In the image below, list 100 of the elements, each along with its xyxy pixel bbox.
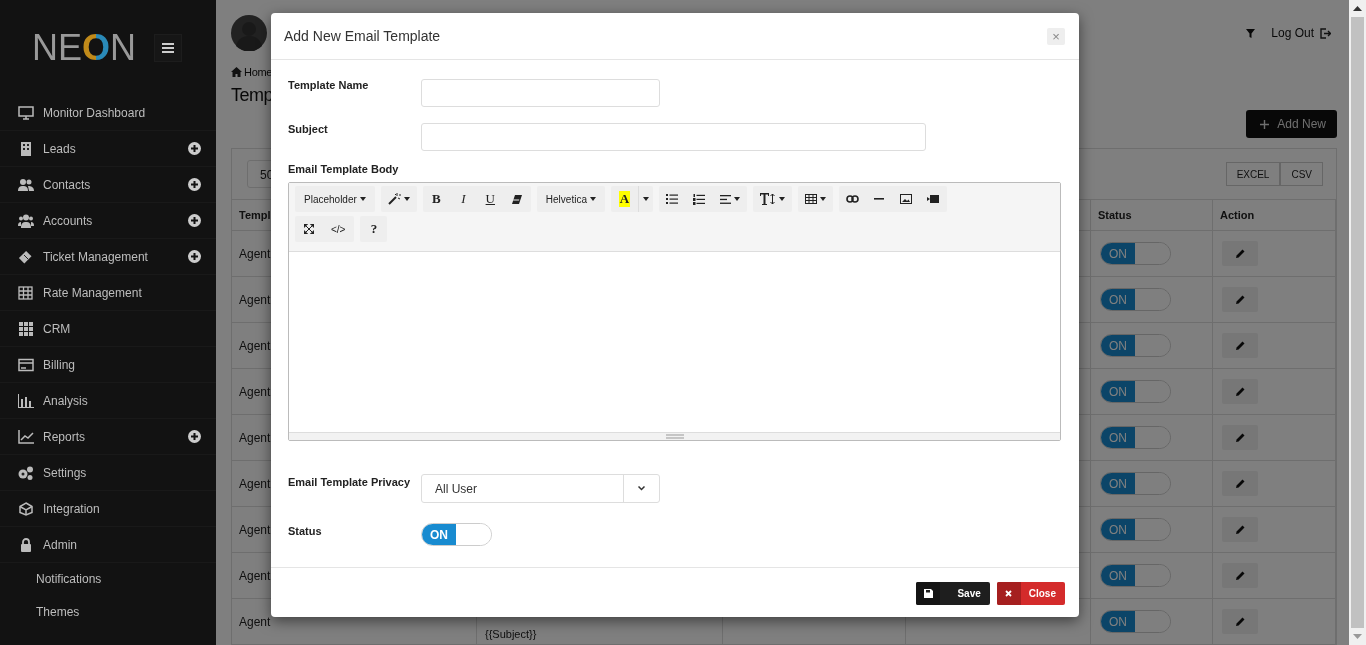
lock-icon: [18, 537, 34, 552]
breadcrumb-link[interactable]: Home: [231, 66, 273, 78]
field-label: Status: [288, 524, 323, 537]
modal-title: Add New Email Template: [284, 28, 441, 44]
input-field[interactable]: [421, 79, 660, 107]
toolbar-button[interactable]: Helvetica: [536, 186, 605, 212]
pencil-icon: [1235, 433, 1245, 442]
edit-button[interactable]: [1222, 609, 1258, 634]
floppy-icon: [923, 589, 933, 598]
chevron-icon: [638, 486, 645, 491]
privacy-select[interactable]: All User: [421, 474, 660, 503]
nav-subitem[interactable]: Themes: [0, 596, 216, 629]
card-icon: [18, 357, 34, 372]
toolbar-button[interactable]: B: [422, 186, 450, 212]
table-cell: Agent: [239, 338, 271, 353]
nav-item[interactable]: Leads: [18, 141, 76, 156]
export-button[interactable]: EXCEL: [1225, 162, 1281, 186]
export-button[interactable]: CSV: [1280, 162, 1323, 186]
pencil-icon: [1235, 617, 1245, 626]
table-cell: Agent: [239, 384, 271, 399]
close-icon: [1005, 590, 1013, 597]
expand-icon[interactable]: [188, 142, 201, 155]
field-label: Template Name: [288, 79, 370, 91]
nav-item[interactable]: Accounts: [18, 213, 93, 228]
nav-item[interactable]: Admin: [18, 537, 77, 552]
pencil-icon: [1235, 479, 1245, 488]
resize-handle[interactable]: [289, 432, 1060, 440]
table-cell: Agent: [239, 246, 271, 261]
expand-icon[interactable]: [188, 214, 201, 227]
logout-icon: [1320, 27, 1331, 39]
table-cell: Agent: [239, 476, 271, 491]
column-header: Status: [1098, 209, 1132, 221]
gears-icon: [18, 465, 34, 480]
filter-icon[interactable]: [1246, 28, 1256, 38]
toolbar-button[interactable]: U: [476, 186, 504, 212]
pencil-icon: [1235, 249, 1245, 258]
table-cell: Agent: [239, 292, 271, 307]
plus-icon: [1260, 119, 1270, 129]
input-field[interactable]: [421, 123, 926, 151]
cube-icon: [18, 501, 34, 516]
building-icon: [18, 141, 34, 156]
pencil-icon: [1235, 295, 1245, 304]
close-button[interactable]: Close: [996, 582, 1065, 605]
pencil-icon: [1235, 341, 1245, 350]
avatar-icon: [231, 15, 267, 51]
table-cell: Agent: [239, 522, 271, 537]
magic-wand-icon: [387, 193, 401, 205]
table-cell: Agent: [239, 614, 271, 629]
monitor-icon: [18, 105, 34, 120]
ticket-icon: [18, 249, 34, 264]
toolbar-button[interactable]: I: [449, 186, 477, 212]
edit-button[interactable]: [1222, 517, 1258, 542]
menu-icon: [162, 42, 175, 53]
edit-button[interactable]: [1222, 379, 1258, 404]
group-icon: [18, 213, 34, 228]
chart-icon: [18, 429, 34, 444]
bars-icon: [18, 393, 34, 408]
nav-item[interactable]: Analysis: [18, 393, 88, 408]
nav-item[interactable]: Rate Management: [18, 285, 142, 300]
table-icon: [804, 194, 817, 204]
toolbar-button[interactable]: ?: [360, 216, 388, 242]
scrollbar[interactable]: [1349, 0, 1366, 645]
table-cell: Agent: [239, 568, 271, 583]
expand-icon[interactable]: [188, 178, 201, 191]
nav-item[interactable]: Monitor Dashboard: [18, 105, 146, 120]
nav-subitem[interactable]: Notifications: [0, 563, 216, 596]
logout-link[interactable]: Log Out: [1271, 26, 1331, 40]
font-size-icon: [759, 193, 776, 205]
toolbar-button[interactable]: Placeholder: [295, 186, 375, 212]
field-label: Email Template Privacy: [288, 475, 412, 488]
nav-item[interactable]: Billing: [18, 357, 75, 372]
nav-item[interactable]: CRM: [18, 321, 71, 336]
edit-button[interactable]: [1222, 241, 1258, 266]
users-icon: [18, 177, 34, 192]
apps-icon: [18, 321, 34, 336]
edit-button[interactable]: [1222, 563, 1258, 588]
expand-icon[interactable]: [188, 250, 201, 263]
edit-button[interactable]: [1222, 333, 1258, 358]
pencil-icon: [1235, 571, 1245, 580]
nav-item[interactable]: Settings: [18, 465, 87, 480]
table-icon: [18, 285, 34, 300]
align-icon: [719, 194, 731, 204]
field-label: Subject: [288, 123, 329, 135]
table-cell: {{Subject}}: [485, 628, 537, 640]
menu-button[interactable]: [154, 33, 183, 62]
column-header: Templ: [239, 209, 271, 221]
nav-item[interactable]: Integration: [18, 501, 100, 516]
pencil-icon: [1235, 525, 1245, 534]
edit-button[interactable]: [1222, 471, 1258, 496]
add-new-button[interactable]: Add New: [1246, 110, 1337, 138]
nav-item[interactable]: Ticket Management: [18, 249, 148, 264]
nav-item[interactable]: Reports: [18, 429, 86, 444]
expand-icon[interactable]: [188, 430, 201, 443]
edit-button[interactable]: [1222, 287, 1258, 312]
nav-item[interactable]: Contacts: [18, 177, 91, 192]
edit-button[interactable]: [1222, 425, 1258, 450]
status-toggle[interactable]: ON: [421, 523, 492, 546]
column-header: Action: [1220, 209, 1255, 221]
table-cell: Agent: [239, 430, 271, 445]
save-button[interactable]: Save: [916, 582, 990, 605]
